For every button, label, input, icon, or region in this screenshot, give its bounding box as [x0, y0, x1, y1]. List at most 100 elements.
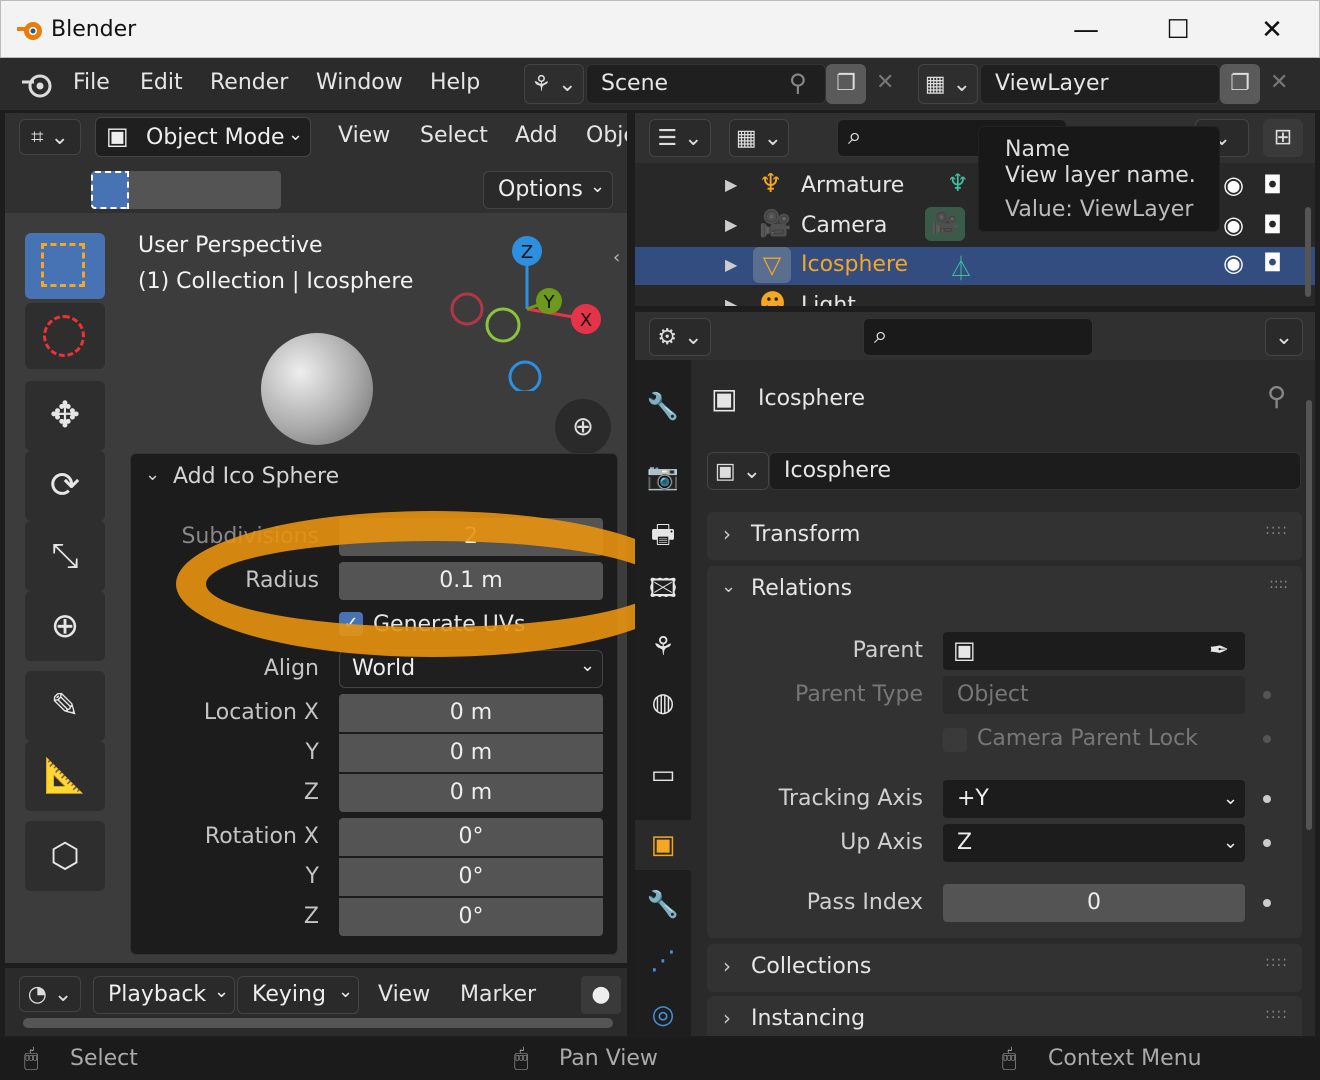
- render-camera-icon[interactable]: ◘: [1263, 249, 1282, 277]
- menu-window[interactable]: Window: [316, 70, 403, 95]
- viewport-menu-select[interactable]: Select: [420, 123, 488, 148]
- delete-viewlayer-icon[interactable]: ✕: [1270, 70, 1288, 95]
- properties-scrollbar[interactable]: [1306, 400, 1312, 830]
- pin-icon[interactable]: ⚲: [789, 69, 807, 97]
- properties-options-button[interactable]: ⌄: [1265, 318, 1303, 356]
- display-mode-button[interactable]: ▦ ⌄: [729, 119, 789, 157]
- annotate-tool[interactable]: ✎: [25, 671, 105, 741]
- object-name-field[interactable]: Icosphere: [769, 452, 1301, 490]
- viewport-menu-add[interactable]: Add: [515, 123, 558, 148]
- new-collection-button[interactable]: ⊞: [1263, 119, 1303, 157]
- add-cube-tool[interactable]: ⬡: [25, 821, 105, 891]
- chevron-down-icon[interactable]: ⌄: [721, 576, 736, 597]
- animate-dot-icon[interactable]: [1263, 899, 1271, 907]
- rotation-z-field[interactable]: 0°: [339, 898, 603, 936]
- animate-dot-icon[interactable]: [1263, 691, 1271, 699]
- transform-tool[interactable]: ⊕: [25, 591, 105, 661]
- object-browse-button[interactable]: ▣ ⌄: [707, 452, 769, 490]
- pin-icon[interactable]: ⚲: [1267, 382, 1286, 412]
- modifier-tab-icon[interactable]: 🔧: [635, 880, 691, 930]
- record-button[interactable]: ●: [581, 976, 621, 1014]
- collections-section[interactable]: › Collections ::::: [707, 944, 1302, 992]
- viewlayer-selector-button[interactable]: ▦ ⌄: [918, 64, 978, 104]
- select-new-icon[interactable]: [91, 171, 129, 209]
- properties-search-field[interactable]: ⌕: [863, 318, 1093, 356]
- keying-dropdown[interactable]: Keying ⌄: [237, 976, 359, 1014]
- minimize-button[interactable]: —: [1071, 15, 1101, 45]
- particles-tab-icon[interactable]: ⋰: [635, 936, 691, 986]
- maximize-button[interactable]: ☐: [1163, 15, 1193, 45]
- move-tool[interactable]: ✥: [25, 381, 105, 451]
- expand-arrow-icon[interactable]: ▶: [725, 295, 737, 306]
- menu-edit[interactable]: Edit: [140, 70, 183, 95]
- expand-arrow-icon[interactable]: ▶: [725, 215, 737, 234]
- select-difference-icon[interactable]: [205, 171, 243, 209]
- navigation-gizmo[interactable]: Z Y X: [445, 231, 615, 391]
- object-tab-icon[interactable]: ▣: [635, 820, 691, 870]
- new-scene-button[interactable]: ❐: [826, 64, 866, 104]
- drag-grip-icon[interactable]: ::::: [1265, 1006, 1288, 1022]
- location-y-field[interactable]: 0 m: [339, 734, 603, 772]
- drag-grip-icon[interactable]: ::::: [1265, 522, 1288, 538]
- render-tab-icon[interactable]: 📷: [635, 452, 691, 502]
- transform-section[interactable]: › Transform ::::: [707, 512, 1302, 560]
- rotation-y-field[interactable]: 0°: [339, 858, 603, 896]
- playback-dropdown[interactable]: Playback ⌄: [93, 976, 235, 1014]
- outliner-editor-type-button[interactable]: ☰ ⌄: [649, 119, 711, 157]
- menu-help[interactable]: Help: [430, 70, 480, 95]
- tool-tab-icon[interactable]: 🔧: [635, 382, 691, 432]
- blender-menu-icon[interactable]: [20, 70, 54, 100]
- output-tab-icon[interactable]: 🖶: [635, 510, 691, 560]
- visibility-eye-icon[interactable]: ◉: [1223, 249, 1244, 277]
- world-tab-icon[interactable]: ◍: [635, 678, 691, 728]
- cursor-tool[interactable]: [25, 303, 105, 369]
- viewport-menu-object[interactable]: Obje: [586, 123, 627, 148]
- animate-dot-icon[interactable]: [1263, 839, 1271, 847]
- rotate-tool[interactable]: ⟳: [25, 451, 105, 521]
- animate-dot-icon[interactable]: [1263, 795, 1271, 803]
- drag-grip-icon[interactable]: ::::: [1269, 576, 1288, 592]
- timeline-menu-view[interactable]: View: [378, 982, 430, 1007]
- location-x-field[interactable]: 0 m: [339, 694, 603, 732]
- drag-grip-icon[interactable]: ::::: [1265, 954, 1288, 970]
- menu-file[interactable]: File: [73, 70, 110, 95]
- render-camera-icon[interactable]: ◘: [1263, 211, 1282, 239]
- measure-tool[interactable]: 📐: [25, 741, 105, 811]
- new-viewlayer-button[interactable]: ❐: [1220, 64, 1260, 104]
- up-axis-dropdown[interactable]: Z ⌄: [943, 824, 1245, 862]
- scene-name-field[interactable]: Scene ⚲: [586, 64, 826, 104]
- eyedropper-icon[interactable]: ✒: [1209, 636, 1229, 664]
- outliner-row-selected[interactable]: ▶ ▽ Icosphere ⏃ ◉ ◘: [635, 247, 1315, 285]
- scene-selector-button[interactable]: ⚘ ⌄: [524, 64, 584, 104]
- view-layer-tab-icon[interactable]: 🖾: [635, 564, 691, 614]
- editor-type-button[interactable]: ⌗ ⌄: [19, 119, 81, 155]
- timeline-scrollbar[interactable]: [23, 1018, 613, 1028]
- select-box-tool[interactable]: [25, 233, 105, 299]
- location-z-field[interactable]: 0 m: [339, 774, 603, 812]
- options-dropdown[interactable]: Options ⌄: [483, 171, 613, 209]
- outliner-scrollbar[interactable]: [1305, 207, 1311, 297]
- expand-arrow-icon[interactable]: ▶: [725, 175, 737, 194]
- close-button[interactable]: ✕: [1257, 15, 1287, 45]
- viewlayer-name-field[interactable]: ViewLayer: [980, 64, 1220, 104]
- camera-parent-lock-checkbox[interactable]: [943, 728, 967, 752]
- outliner-row[interactable]: ▶ ☻ Light: [635, 287, 1315, 306]
- scale-tool[interactable]: ⤡: [25, 521, 105, 591]
- animate-dot-icon[interactable]: [1263, 735, 1271, 743]
- icosphere-object[interactable]: [261, 333, 373, 445]
- viewport-menu-view[interactable]: View: [338, 123, 390, 148]
- properties-editor-type-button[interactable]: ⚙ ⌄: [649, 318, 711, 356]
- timeline-editor-type-button[interactable]: ◔ ⌄: [19, 976, 81, 1012]
- pass-index-field[interactable]: 0: [943, 884, 1245, 922]
- mode-dropdown[interactable]: ▣ Object Mode ⌄: [95, 117, 311, 157]
- parent-field[interactable]: ▣ ✒: [943, 632, 1245, 670]
- select-subtract-icon[interactable]: [167, 171, 205, 209]
- delete-scene-icon[interactable]: ✕: [876, 70, 894, 95]
- collection-tab-icon[interactable]: ▭: [635, 750, 691, 800]
- select-intersect-icon[interactable]: [243, 171, 281, 209]
- scene-tab-icon[interactable]: ⚘: [635, 622, 691, 672]
- parent-type-dropdown[interactable]: Object: [943, 676, 1245, 714]
- render-camera-icon[interactable]: ◘: [1263, 171, 1282, 199]
- rotation-x-field[interactable]: 0°: [339, 818, 603, 856]
- zoom-icon[interactable]: ⊕: [555, 399, 611, 455]
